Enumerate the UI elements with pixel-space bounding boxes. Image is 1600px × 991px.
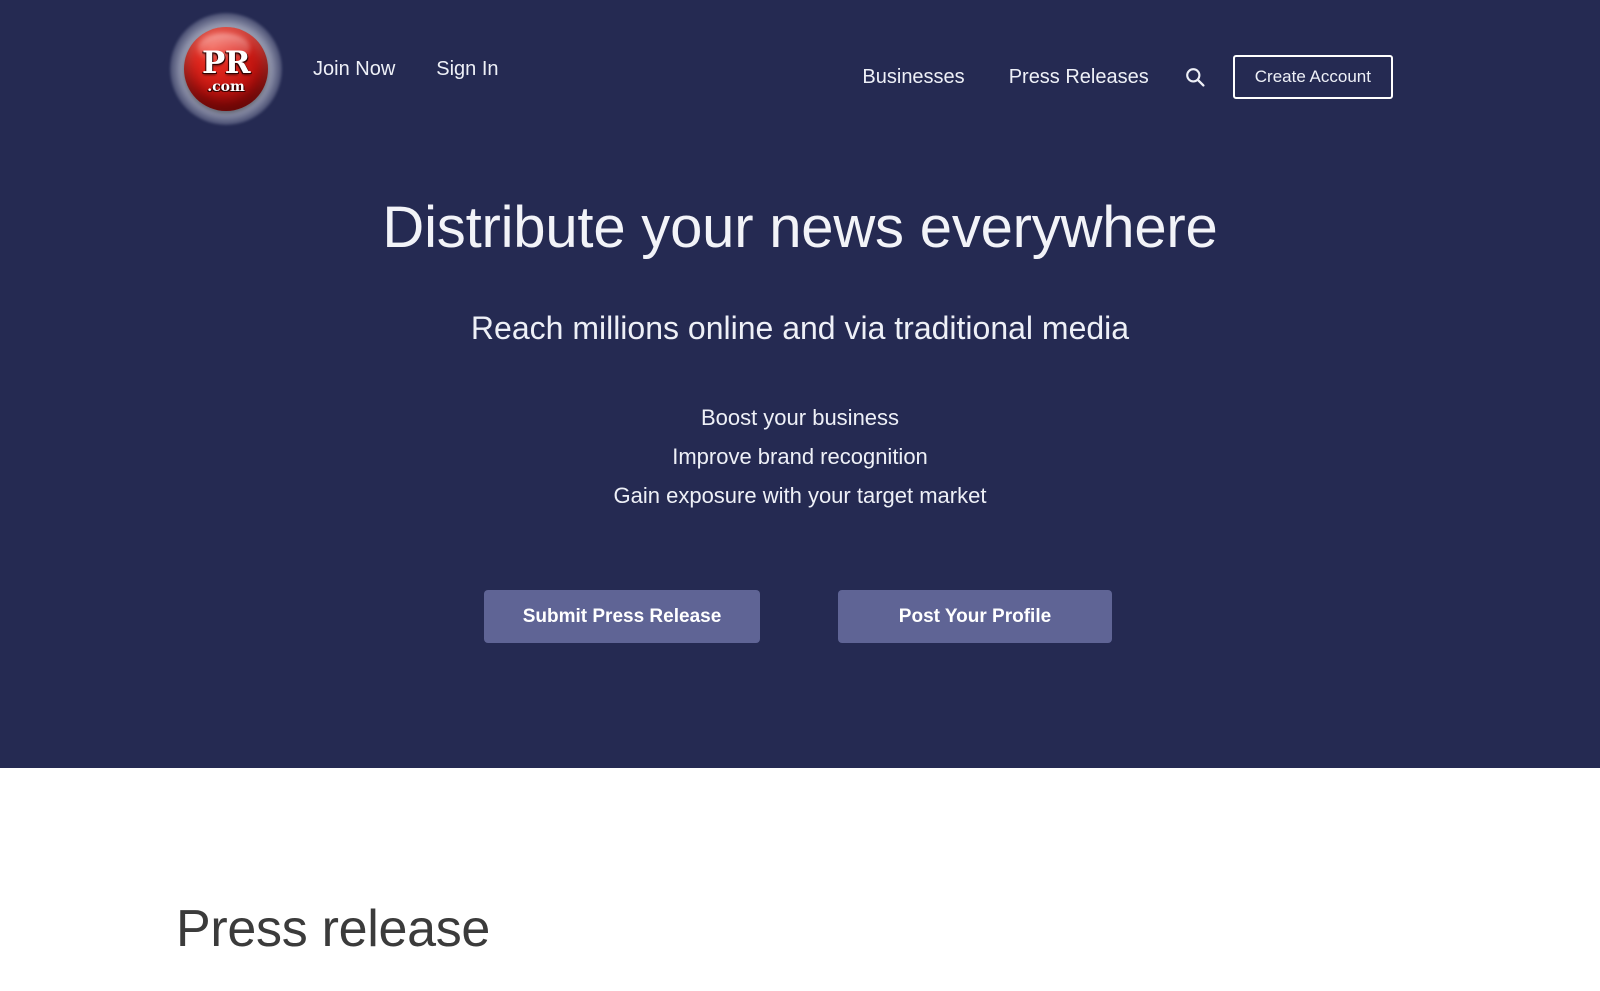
submit-press-release-button[interactable]: Submit Press Release bbox=[484, 590, 760, 643]
nav-link-businesses[interactable]: Businesses bbox=[862, 63, 964, 91]
hero-section: PR .com Join Now Sign In Businesses Pres… bbox=[0, 0, 1600, 768]
pr-dot-com-sphere-logo: PR .com bbox=[184, 27, 268, 111]
create-account-button[interactable]: Create Account bbox=[1232, 55, 1393, 99]
post-your-profile-button[interactable]: Post Your Profile bbox=[838, 590, 1112, 643]
hero-headline: Distribute your news everywhere bbox=[382, 195, 1218, 260]
primary-nav-left: Join Now Sign In bbox=[313, 55, 499, 83]
hero-benefit-list: Boost your business Improve brand recogn… bbox=[0, 398, 1600, 515]
press-release-section: Press release bbox=[0, 768, 1600, 991]
nav-link-sign-in[interactable]: Sign In bbox=[436, 55, 498, 83]
hero-benefit-item: Gain exposure with your target market bbox=[613, 483, 987, 508]
hero-benefit-item: Boost your business bbox=[700, 405, 900, 430]
hero-subheadline: Reach millions online and via traditiona… bbox=[470, 310, 1130, 346]
logo-primary-text: PR bbox=[201, 44, 251, 81]
primary-nav-right: Businesses Press Releases Create Account bbox=[862, 55, 1393, 99]
hero-cta-group: Submit Press Release Post Your Profile bbox=[484, 590, 1112, 643]
logo-secondary-text: .com bbox=[207, 78, 245, 95]
section-title: Press release bbox=[176, 900, 491, 958]
top-navigation-bar: PR .com Join Now Sign In Businesses Pres… bbox=[0, 0, 1600, 138]
nav-link-press-releases[interactable]: Press Releases bbox=[1009, 63, 1149, 91]
site-logo[interactable]: PR .com bbox=[170, 13, 282, 125]
nav-link-join-now[interactable]: Join Now bbox=[313, 55, 395, 83]
search-icon[interactable] bbox=[1182, 63, 1208, 91]
hero-benefit-item: Improve brand recognition bbox=[672, 444, 928, 469]
